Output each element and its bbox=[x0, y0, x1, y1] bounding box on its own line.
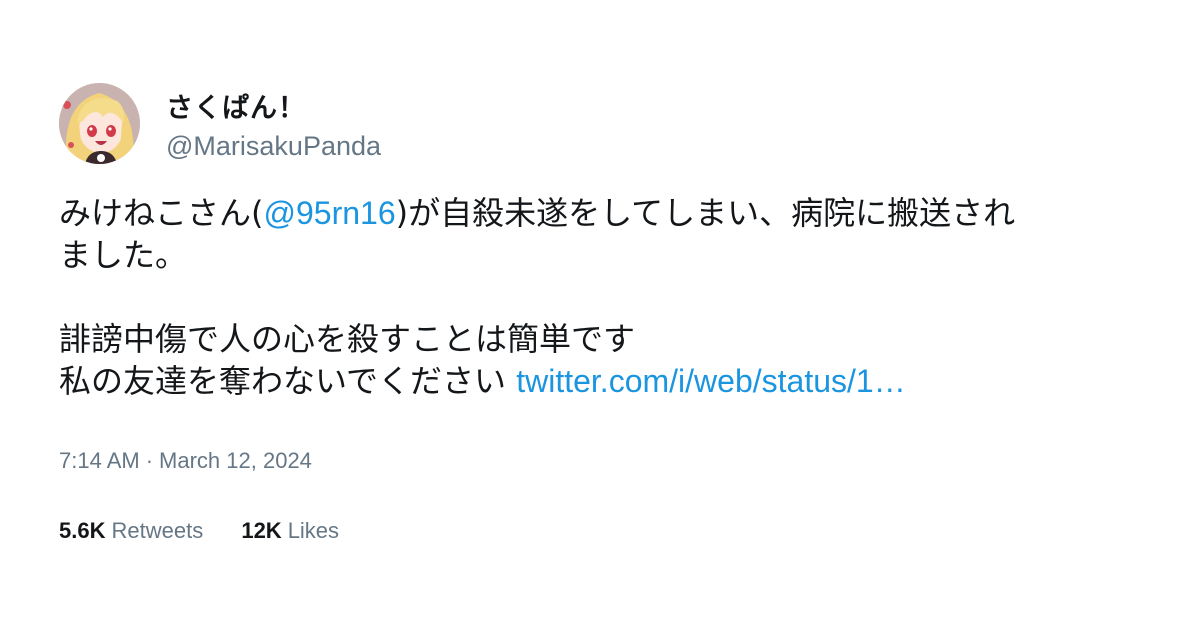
tweet-line-3: 誹謗中傷で人の心を殺すことは簡単です bbox=[59, 320, 636, 358]
retweets-count: 5.6K bbox=[59, 518, 106, 543]
user-handle[interactable]: @MarisakuPanda bbox=[166, 131, 381, 162]
tweet-line-2: ました。 bbox=[59, 236, 188, 274]
separator: · bbox=[145, 448, 154, 473]
tweet-text: みけねこさん(@95rn16)が自殺未遂をしてしまい、病院に搬送され ました。 … bbox=[59, 192, 1139, 402]
tweet-line-4: 私の友達を奪わないでください twitter.com/i/web/status/… bbox=[59, 360, 1139, 402]
likes-stat[interactable]: 12K Likes bbox=[241, 518, 339, 543]
likes-label: Likes bbox=[287, 518, 340, 543]
tweet-text-segment: みけねこさん( bbox=[59, 194, 264, 232]
tweet-time: 7:14 AM bbox=[59, 448, 140, 473]
display-name[interactable]: さくぱん！ bbox=[166, 86, 306, 125]
mention-link[interactable]: @95rn16 bbox=[264, 195, 396, 231]
retweets-stat[interactable]: 5.6K Retweets bbox=[59, 518, 203, 543]
tweet-card: さくぱん！ @MarisakuPanda みけねこさん(@95rn16)が自殺未… bbox=[0, 0, 1200, 627]
tweet-line-1: みけねこさん(@95rn16)が自殺未遂をしてしまい、病院に搬送され bbox=[59, 192, 1139, 234]
tweet-date: March 12, 2024 bbox=[159, 448, 312, 473]
avatar[interactable] bbox=[59, 83, 140, 164]
anime-girl-avatar-icon bbox=[59, 83, 140, 164]
retweets-label: Retweets bbox=[111, 518, 204, 543]
status-link[interactable]: twitter.com/i/web/status/1… bbox=[516, 363, 905, 399]
tweet-text-segment: )が自殺未遂をしてしまい、病院に搬送され bbox=[395, 194, 1016, 232]
timestamp[interactable]: 7:14 AM · March 12, 2024 bbox=[59, 448, 312, 474]
likes-count: 12K bbox=[241, 518, 282, 543]
tweet-stats: 5.6K Retweets 12K Likes bbox=[59, 518, 371, 544]
tweet-text-segment: 私の友達を奪わないでください bbox=[59, 362, 517, 400]
